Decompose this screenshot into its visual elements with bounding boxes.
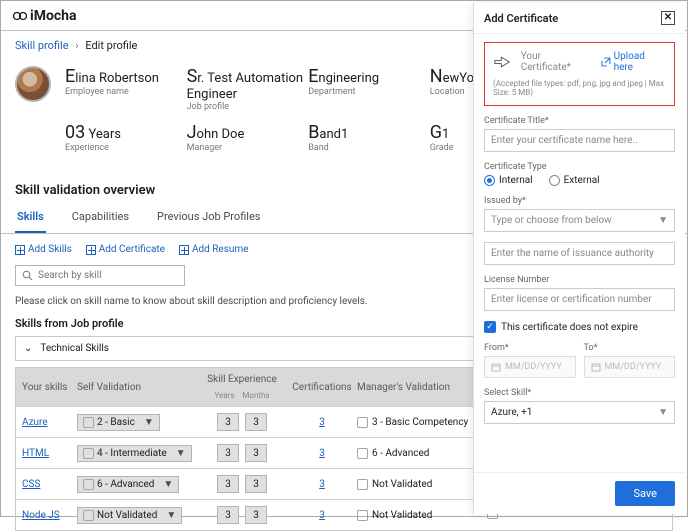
months-input[interactable]: 3 bbox=[245, 475, 267, 493]
radio-internal[interactable]: Internal bbox=[484, 175, 533, 186]
months-input[interactable]: 3 bbox=[245, 506, 267, 524]
tab-skills[interactable]: Skills bbox=[15, 202, 46, 233]
self-validation-select[interactable]: 6 - Advanced▼ bbox=[77, 476, 179, 493]
years-input[interactable]: 3 bbox=[217, 413, 239, 431]
breadcrumb-current: Edit profile bbox=[85, 39, 137, 52]
chevron-down-icon: ▼ bbox=[160, 510, 176, 521]
chevron-down-icon: ▼ bbox=[658, 215, 668, 226]
external-link-icon bbox=[601, 57, 611, 67]
months-input[interactable]: 3 bbox=[245, 413, 267, 431]
select-skill-dropdown[interactable]: Azure, +1▼ bbox=[484, 401, 675, 424]
years-input[interactable]: 3 bbox=[217, 444, 239, 462]
license-input[interactable]: Enter license or certification number bbox=[484, 288, 675, 311]
years-input[interactable]: 3 bbox=[217, 506, 239, 524]
level-icon bbox=[83, 479, 94, 490]
skill-link[interactable]: HTML bbox=[22, 448, 49, 459]
skill-link[interactable]: Azure bbox=[22, 417, 48, 428]
radio-external[interactable]: External bbox=[549, 175, 600, 186]
add-certificate-panel: Add Certificate ✕ Your Certificate* Uplo… bbox=[473, 3, 685, 514]
radio-icon bbox=[484, 175, 495, 186]
cert-type-label: Certificate Type bbox=[484, 162, 675, 172]
cert-count[interactable]: 3 bbox=[319, 448, 325, 459]
level-icon bbox=[357, 479, 368, 490]
tab-previous-job-profiles[interactable]: Previous Job Profiles bbox=[155, 202, 262, 233]
checkbox-icon: ✓ bbox=[484, 321, 496, 333]
employee-name: Elina Robertson bbox=[65, 66, 187, 87]
manager: John Doe bbox=[187, 122, 309, 143]
cert-count[interactable]: 3 bbox=[319, 479, 325, 490]
radio-icon bbox=[549, 175, 560, 186]
add-resume-link[interactable]: Add Resume bbox=[179, 244, 249, 255]
level-icon bbox=[83, 417, 94, 428]
breadcrumb-link[interactable]: Skill profile bbox=[15, 39, 69, 52]
chevron-down-icon: ▼ bbox=[138, 417, 154, 428]
department: Engineering bbox=[308, 66, 430, 87]
self-validation-select[interactable]: 4 - Intermediate▼ bbox=[77, 445, 192, 462]
cert-count[interactable]: 3 bbox=[319, 510, 325, 521]
plus-icon bbox=[86, 245, 96, 255]
level-icon bbox=[357, 417, 368, 428]
plus-icon bbox=[15, 245, 25, 255]
level-icon bbox=[357, 510, 368, 521]
months-input[interactable]: 3 bbox=[245, 444, 267, 462]
from-date-input[interactable]: MM/DD/YYYY bbox=[484, 356, 576, 378]
add-certificate-link[interactable]: Add Certificate bbox=[86, 244, 165, 255]
select-skill-label: Select Skill* bbox=[484, 388, 675, 398]
add-skills-link[interactable]: Add Skills bbox=[15, 244, 72, 255]
no-expire-checkbox[interactable]: ✓ This certificate does not expire bbox=[484, 321, 675, 333]
search-input[interactable]: Search by skill bbox=[15, 265, 185, 286]
level-icon bbox=[83, 510, 94, 521]
license-label: License Number bbox=[484, 275, 675, 285]
skill-link[interactable]: Node JS bbox=[22, 510, 60, 521]
level-icon bbox=[83, 448, 94, 459]
cert-count[interactable]: 3 bbox=[319, 417, 325, 428]
issued-by-label: Issued by* bbox=[484, 196, 675, 206]
job-profile: Sr. Test Automation Engineer bbox=[187, 66, 309, 102]
accepted-types: (Accepted file types: pdf, png, jpg and … bbox=[493, 79, 666, 97]
upload-link[interactable]: Upload here bbox=[601, 51, 666, 73]
experience: 03 Years bbox=[65, 122, 187, 143]
upload-area[interactable]: Your Certificate* Upload here (Accepted … bbox=[484, 42, 675, 106]
level-icon bbox=[357, 448, 368, 459]
chevron-down-icon: ▼ bbox=[658, 407, 668, 418]
cert-title-label: Certificate Title* bbox=[484, 116, 675, 126]
calendar-icon bbox=[591, 362, 601, 372]
search-icon bbox=[22, 270, 33, 281]
chevron-down-icon: ⌄ bbox=[24, 343, 32, 354]
to-label: To* bbox=[584, 343, 676, 353]
issuance-authority-input[interactable]: Enter the name of issuance authority bbox=[484, 242, 675, 265]
to-date-input[interactable]: MM/DD/YYYY bbox=[584, 356, 676, 378]
cert-title-input[interactable]: Enter your certificate name here.. bbox=[484, 129, 675, 152]
chevron-down-icon: ▼ bbox=[157, 479, 173, 490]
panel-title: Add Certificate bbox=[484, 12, 558, 25]
save-button[interactable]: Save bbox=[615, 481, 675, 506]
avatar bbox=[15, 66, 51, 102]
calendar-icon bbox=[491, 362, 501, 372]
pointing-hand-icon bbox=[493, 54, 513, 70]
close-icon[interactable]: ✕ bbox=[661, 11, 675, 25]
skill-link[interactable]: CSS bbox=[22, 479, 40, 490]
issued-by-select[interactable]: Type or choose from below▼ bbox=[484, 209, 675, 232]
years-input[interactable]: 3 bbox=[217, 475, 239, 493]
brand-logo: iMocha bbox=[13, 8, 77, 24]
self-validation-select[interactable]: 2 - Basic▼ bbox=[77, 414, 160, 431]
chevron-down-icon: ▼ bbox=[170, 448, 186, 459]
tab-capabilities[interactable]: Capabilities bbox=[70, 202, 131, 233]
band: Band1 bbox=[308, 122, 430, 143]
from-label: From* bbox=[484, 343, 576, 353]
self-validation-select[interactable]: Not Validated▼ bbox=[77, 507, 182, 524]
plus-icon bbox=[179, 245, 189, 255]
